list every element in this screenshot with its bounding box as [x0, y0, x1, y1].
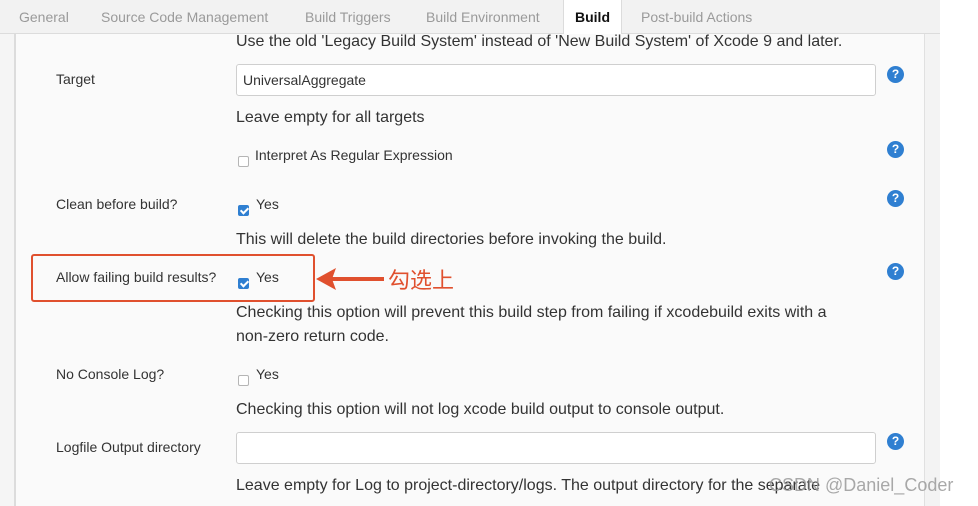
watermark: CSDN @Daniel_Coder: [769, 475, 954, 495]
regex-checkbox[interactable]: [238, 156, 249, 167]
no-console-log-description: Checking this option will not log xcode …: [236, 401, 725, 418]
annotation-text: 勾选上: [388, 268, 455, 293]
allow-failing-help-icon[interactable]: ?: [887, 263, 904, 280]
tab-post-build-actions[interactable]: Post-build Actions: [641, 0, 752, 34]
tab-source-code-management[interactable]: Source Code Management: [101, 0, 268, 34]
left-rail: [0, 34, 14, 506]
logfile-output-help-icon[interactable]: ?: [887, 433, 904, 450]
annotation-arrow-icon: [316, 268, 384, 290]
logfile-output-input[interactable]: [236, 432, 876, 464]
section-indicator-line: [14, 34, 16, 506]
logfile-output-description: Leave empty for Log to project-directory…: [236, 477, 821, 494]
tab-build-triggers[interactable]: Build Triggers: [305, 0, 391, 34]
clean-before-build-description: This will delete the build directories b…: [236, 231, 667, 248]
tab-general[interactable]: General: [19, 0, 69, 34]
allow-failing-description-line2: non-zero return code.: [236, 328, 389, 345]
right-scrollbar-track[interactable]: [924, 34, 940, 506]
logfile-output-label: Logfile Output directory: [56, 439, 201, 455]
clean-before-build-label: Clean before build?: [56, 196, 178, 212]
allow-failing-description-line1: Checking this option will prevent this b…: [236, 304, 827, 321]
target-description: Leave empty for all targets: [236, 109, 425, 126]
annotation-highlight-box: [31, 254, 315, 302]
target-input[interactable]: [236, 64, 876, 96]
no-console-log-label: No Console Log?: [56, 366, 165, 382]
section-tab-bar: General Source Code Management Build Tri…: [0, 0, 940, 35]
target-label: Target: [56, 71, 95, 87]
clean-before-build-yes-label: Yes: [256, 196, 279, 212]
regex-help-icon[interactable]: ?: [887, 141, 904, 158]
no-console-log-checkbox[interactable]: [238, 375, 249, 386]
no-console-log-yes-label: Yes: [256, 366, 279, 382]
target-help-icon[interactable]: ?: [887, 66, 904, 83]
tab-build-environment[interactable]: Build Environment: [426, 0, 540, 34]
clean-before-build-checkbox[interactable]: [238, 205, 249, 216]
regex-checkbox-label: Interpret As Regular Expression: [255, 147, 453, 163]
clean-before-build-help-icon[interactable]: ?: [887, 190, 904, 207]
legacy-build-description: Use the old 'Legacy Build System' instea…: [236, 33, 843, 50]
